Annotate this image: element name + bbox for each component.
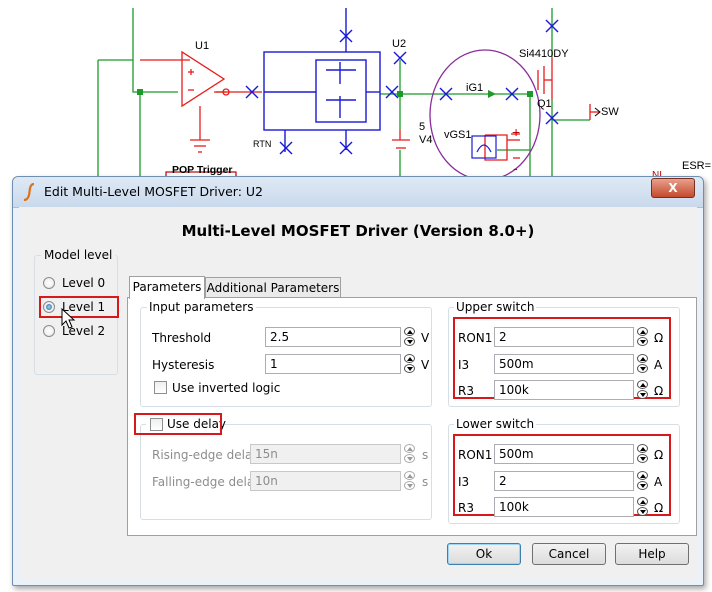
upper-i3-label: I3 [458, 358, 470, 372]
upper-switch-title: Upper switch [454, 300, 537, 314]
falling-delay-label: Falling-edge delay [152, 475, 262, 489]
u2-label: U2 [392, 38, 407, 50]
rising-delay-spinner[interactable] [404, 444, 416, 464]
edit-driver-dialog: Edit Multi-Level MOSFET Driver: U2 X Mul… [12, 176, 704, 586]
mosfet-part-label: Si4410DY [519, 48, 569, 60]
lower-ron1-label: RON1 [458, 448, 493, 462]
sw-label: SW [601, 106, 619, 118]
spin-up-icon[interactable] [637, 354, 648, 363]
spin-up-icon[interactable] [404, 354, 415, 363]
hysteresis-input[interactable]: 1 [265, 354, 401, 374]
spin-down-icon[interactable] [404, 481, 415, 490]
spin-up-icon[interactable] [404, 444, 415, 453]
rtn-label: RTN [253, 139, 272, 149]
upper-i3-input[interactable]: 500m [494, 354, 634, 374]
threshold-input[interactable]: 2.5 [265, 327, 401, 347]
spin-down-icon[interactable] [637, 337, 648, 346]
tab-additional-parameters[interactable]: Additional Parameters [205, 277, 341, 298]
cancel-button[interactable]: Cancel [532, 543, 606, 565]
spin-up-icon[interactable] [637, 497, 648, 506]
upper-ron1-unit: Ω [654, 331, 664, 345]
hysteresis-label: Hysteresis [152, 358, 215, 372]
dialog-titlebar[interactable]: Edit Multi-Level MOSFET Driver: U2 X [13, 177, 703, 208]
simetrix-app-icon [23, 183, 35, 201]
spin-up-icon[interactable] [637, 471, 648, 480]
upper-r3-input[interactable]: 100k [494, 380, 634, 400]
lower-ron1-input[interactable]: 500m [494, 444, 634, 464]
falling-delay-input[interactable]: 10n [250, 471, 401, 491]
dialog-client-area: Multi-Level MOSFET Driver (Version 8.0+)… [19, 207, 697, 579]
help-button[interactable]: Help [615, 543, 689, 565]
lower-i3-spinner[interactable] [637, 471, 649, 491]
upper-r3-unit: Ω [654, 384, 664, 398]
inverted-logic-checkbox[interactable] [154, 381, 167, 394]
input-parameters-title: Input parameters [147, 300, 256, 314]
hysteresis-unit: V [421, 358, 430, 372]
spin-up-icon[interactable] [637, 327, 648, 336]
rising-delay-unit: s [422, 448, 429, 462]
upper-i3-spinner[interactable] [637, 354, 649, 374]
threshold-label: Threshold [152, 331, 212, 345]
upper-r3-spinner[interactable] [637, 380, 649, 400]
spin-down-icon[interactable] [637, 507, 648, 516]
model-level-legend: Model level [41, 248, 116, 262]
esr-label: ESR= [682, 160, 712, 172]
pop-trigger-label: POP Trigger [172, 164, 233, 176]
rising-delay-input[interactable]: 15n [250, 444, 401, 464]
upper-ron1-label: RON1 [458, 331, 493, 345]
u1-label: U1 [195, 40, 210, 52]
spin-up-icon[interactable] [404, 471, 415, 480]
lower-r3-label: R3 [458, 501, 474, 515]
spin-down-icon[interactable] [404, 337, 415, 346]
lower-r3-spinner[interactable] [637, 497, 649, 517]
v4-value-label: 5 [419, 121, 426, 133]
q1-label: Q1 [537, 98, 552, 110]
plus-sign-label: + [512, 124, 521, 140]
tab-parameters[interactable]: Parameters [129, 276, 205, 299]
spin-down-icon[interactable] [404, 454, 415, 463]
falling-delay-spinner[interactable] [404, 471, 416, 491]
lower-i3-unit: A [654, 475, 663, 489]
vgs1-label: vGS1 [444, 129, 472, 141]
threshold-unit: V [421, 331, 430, 345]
spin-down-icon[interactable] [637, 481, 648, 490]
upper-ron1-input[interactable]: 2 [494, 327, 634, 347]
lower-r3-unit: Ω [654, 501, 664, 515]
parameters-panel: Input parameters Threshold 2.5 V Hystere… [127, 297, 697, 536]
lower-ron1-unit: Ω [654, 448, 664, 462]
spin-down-icon[interactable] [637, 364, 648, 373]
inverted-logic-label: Use inverted logic [172, 381, 281, 395]
dialog-heading: Multi-Level MOSFET Driver (Version 8.0+) [181, 222, 535, 240]
rising-delay-label: Rising-edge delay [152, 448, 260, 462]
spin-up-icon[interactable] [637, 380, 648, 389]
lower-i3-label: I3 [458, 475, 470, 489]
spin-up-icon[interactable] [637, 444, 648, 453]
falling-delay-unit: s [422, 475, 429, 489]
v4-name-label: V4 [419, 134, 433, 146]
upper-i3-unit: A [654, 358, 663, 372]
lower-ron1-spinner[interactable] [637, 444, 649, 464]
radio-label: Level 0 [62, 276, 106, 290]
level-1-highlight [39, 296, 119, 318]
use-delay-highlight [134, 413, 222, 435]
dialog-title: Edit Multi-Level MOSFET Driver: U2 [44, 184, 264, 199]
ok-button[interactable]: Ok [447, 543, 521, 565]
upper-ron1-spinner[interactable] [637, 327, 649, 347]
mouse-cursor-icon [61, 308, 76, 329]
radio-button[interactable] [43, 277, 55, 289]
lower-switch-title: Lower switch [454, 417, 537, 431]
spin-down-icon[interactable] [404, 364, 415, 373]
threshold-spinner[interactable] [404, 327, 416, 347]
lower-r3-input[interactable]: 100k [494, 497, 634, 517]
ig1-label: iG1 [466, 82, 484, 94]
spin-down-icon[interactable] [637, 454, 648, 463]
hysteresis-spinner[interactable] [404, 354, 416, 374]
radio-button[interactable] [43, 325, 55, 337]
spin-up-icon[interactable] [404, 327, 415, 336]
minus-sign-label: - [513, 160, 518, 176]
upper-r3-label: R3 [458, 384, 474, 398]
spin-down-icon[interactable] [637, 390, 648, 399]
lower-i3-input[interactable]: 2 [494, 471, 634, 491]
close-button[interactable]: X [651, 178, 695, 198]
